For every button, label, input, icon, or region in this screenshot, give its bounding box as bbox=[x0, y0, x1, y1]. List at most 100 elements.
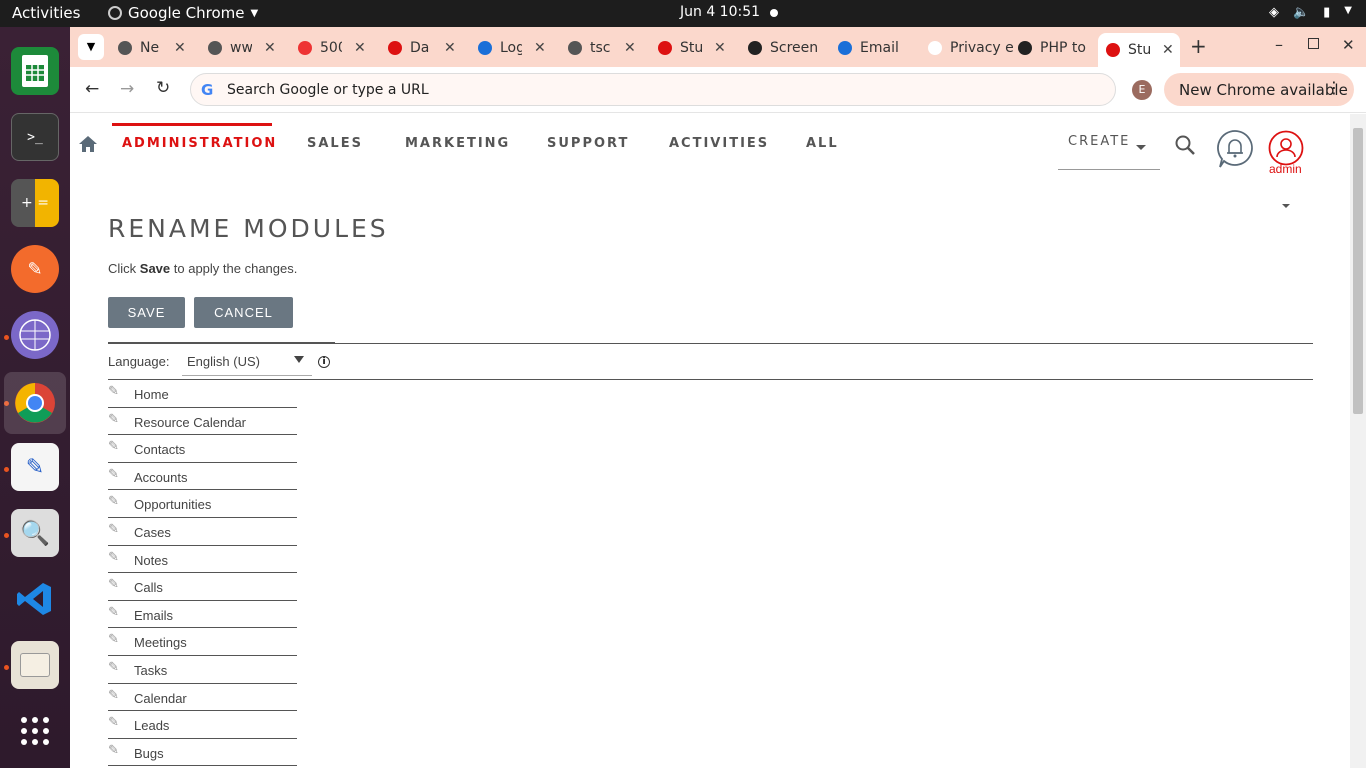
module-row[interactable]: ✎ Home bbox=[108, 380, 297, 408]
maximize-button[interactable] bbox=[1308, 38, 1319, 49]
forward-button[interactable]: → bbox=[120, 79, 134, 99]
cancel-button[interactable]: CANCEL bbox=[194, 297, 293, 328]
module-row[interactable]: ✎ Tasks bbox=[108, 656, 297, 684]
tab-search-button[interactable]: ▼ bbox=[78, 34, 104, 60]
browser-tab[interactable]: ww ✕ bbox=[200, 33, 276, 63]
edit-pencil-icon[interactable]: ✎ bbox=[108, 466, 119, 482]
close-tab-icon[interactable]: ✕ bbox=[354, 40, 366, 56]
module-row[interactable]: ✎ Accounts bbox=[108, 463, 297, 491]
close-tab-icon[interactable]: ✕ bbox=[264, 40, 276, 56]
nav-administration[interactable]: ADMINISTRATION bbox=[122, 136, 277, 151]
user-label[interactable]: admin bbox=[1269, 162, 1302, 176]
edit-pencil-icon[interactable]: ✎ bbox=[108, 687, 119, 703]
close-tab-icon[interactable]: ✕ bbox=[174, 40, 186, 56]
module-row[interactable]: ✎ Leads bbox=[108, 711, 297, 739]
module-row[interactable]: ✎ Meetings bbox=[108, 628, 297, 656]
browser-tab[interactable]: Privacy er bbox=[920, 33, 1014, 63]
browser-tab[interactable]: Stu ✕ bbox=[650, 33, 726, 63]
close-tab-icon[interactable]: ✕ bbox=[534, 40, 546, 56]
scrollbar-thumb[interactable] bbox=[1353, 128, 1363, 414]
back-button[interactable]: ← bbox=[85, 79, 99, 99]
module-row[interactable]: ✎ Calls bbox=[108, 573, 297, 601]
clock[interactable]: Jun 4 10:51 bbox=[680, 4, 760, 20]
language-select[interactable]: English (US) bbox=[182, 348, 312, 376]
system-tray[interactable]: ◈ 🔈 ▮ ▼ bbox=[1269, 5, 1352, 20]
nav-activities[interactable]: ACTIVITIES bbox=[669, 136, 769, 151]
browser-tab[interactable]: 500 ✕ bbox=[290, 33, 366, 63]
search-icon[interactable] bbox=[1174, 134, 1196, 160]
browser-tab[interactable]: Screen bbox=[740, 33, 834, 63]
tab-favicon-icon bbox=[748, 41, 762, 55]
home-icon[interactable] bbox=[78, 134, 98, 158]
browser-tab[interactable]: Email bbox=[830, 33, 924, 63]
edit-pencil-icon[interactable]: ✎ bbox=[108, 631, 119, 647]
close-tab-icon[interactable]: ✕ bbox=[714, 40, 726, 56]
divider bbox=[108, 342, 335, 344]
nav-sales[interactable]: SALES bbox=[307, 136, 363, 151]
module-row[interactable]: ✎ Bugs bbox=[108, 739, 297, 767]
caret-down-icon[interactable] bbox=[1282, 204, 1290, 208]
save-button[interactable]: SAVE bbox=[108, 297, 185, 328]
module-row[interactable]: ✎ Opportunities bbox=[108, 490, 297, 518]
browser-tab[interactable]: tsc ✕ bbox=[560, 33, 636, 63]
info-icon[interactable]: i bbox=[318, 356, 330, 368]
tab-favicon-icon bbox=[388, 41, 402, 55]
tab-favicon-icon bbox=[1018, 41, 1032, 55]
edit-pencil-icon[interactable]: ✎ bbox=[108, 438, 119, 454]
edit-pencil-icon[interactable]: ✎ bbox=[108, 411, 119, 427]
nav-all[interactable]: ALL bbox=[806, 136, 839, 151]
activities-button[interactable]: Activities bbox=[12, 4, 80, 22]
edit-pencil-icon[interactable]: ✎ bbox=[108, 659, 119, 675]
module-row[interactable]: ✎ Emails bbox=[108, 601, 297, 629]
close-tab-icon[interactable]: ✕ bbox=[444, 40, 456, 56]
vscode-app-icon[interactable] bbox=[11, 575, 59, 623]
files-app-icon[interactable] bbox=[11, 641, 59, 689]
profile-avatar[interactable]: E bbox=[1132, 80, 1152, 100]
close-tab-icon[interactable]: ✕ bbox=[624, 40, 636, 56]
create-dropdown[interactable]: CREATE bbox=[1058, 134, 1160, 170]
image-viewer-app-icon[interactable]: 🔍 bbox=[11, 509, 59, 557]
module-row[interactable]: ✎ Notes bbox=[108, 546, 297, 574]
reload-button[interactable]: ↻ bbox=[156, 78, 170, 98]
minimize-button[interactable]: – bbox=[1275, 35, 1283, 54]
edit-pencil-icon[interactable]: ✎ bbox=[108, 714, 119, 730]
edit-pencil-icon[interactable]: ✎ bbox=[108, 742, 119, 758]
module-row[interactable]: ✎ Calendar bbox=[108, 684, 297, 712]
network-app-icon[interactable] bbox=[11, 311, 59, 359]
edit-pencil-icon[interactable]: ✎ bbox=[108, 521, 119, 537]
browser-tab[interactable]: Log ✕ bbox=[470, 33, 546, 63]
edit-pencil-icon[interactable]: ✎ bbox=[108, 493, 119, 509]
browser-tab[interactable]: PHP to bbox=[1010, 33, 1104, 63]
postman-app-icon[interactable]: ✎ bbox=[11, 245, 59, 293]
module-row[interactable]: ✎ Cases bbox=[108, 518, 297, 546]
calculator-app-icon[interactable]: + = bbox=[11, 179, 59, 227]
new-chrome-available-button[interactable]: New Chrome available ⋮ bbox=[1164, 73, 1354, 106]
edit-pencil-icon[interactable]: ✎ bbox=[108, 604, 119, 620]
browser-tab[interactable]: Da ✕ bbox=[380, 33, 456, 63]
browser-tab[interactable]: Ne ✕ bbox=[110, 33, 186, 63]
module-label: Resource Calendar bbox=[134, 414, 247, 430]
page-scrollbar[interactable] bbox=[1350, 114, 1366, 768]
tab-title: Stu bbox=[680, 40, 702, 56]
new-tab-button[interactable]: + bbox=[1190, 34, 1207, 58]
edit-pencil-icon[interactable]: ✎ bbox=[108, 383, 119, 399]
close-tab-icon[interactable]: ✕ bbox=[1162, 42, 1174, 58]
address-bar[interactable]: G Search Google or type a URL bbox=[190, 73, 1116, 106]
nav-marketing[interactable]: MARKETING bbox=[405, 136, 510, 151]
caret-down-icon bbox=[294, 356, 304, 363]
spreadsheet-app-icon[interactable] bbox=[11, 47, 59, 95]
notifications-bell-icon[interactable] bbox=[1216, 129, 1254, 173]
chrome-app-icon[interactable] bbox=[4, 372, 66, 434]
edit-pencil-icon[interactable]: ✎ bbox=[108, 576, 119, 592]
tab-favicon-icon bbox=[478, 41, 492, 55]
nav-support[interactable]: SUPPORT bbox=[547, 136, 629, 151]
module-row[interactable]: ✎ Contacts bbox=[108, 435, 297, 463]
browser-tab[interactable]: Stu ✕ bbox=[1098, 33, 1180, 67]
close-window-button[interactable]: ✕ bbox=[1342, 36, 1355, 54]
edit-pencil-icon[interactable]: ✎ bbox=[108, 549, 119, 565]
module-row[interactable]: ✎ Resource Calendar bbox=[108, 408, 297, 436]
text-editor-app-icon[interactable]: ✎ bbox=[11, 443, 59, 491]
app-menu[interactable]: Google Chrome ▼ bbox=[108, 4, 258, 22]
show-apps-icon[interactable] bbox=[11, 707, 59, 755]
terminal-app-icon[interactable]: >_ bbox=[11, 113, 59, 161]
